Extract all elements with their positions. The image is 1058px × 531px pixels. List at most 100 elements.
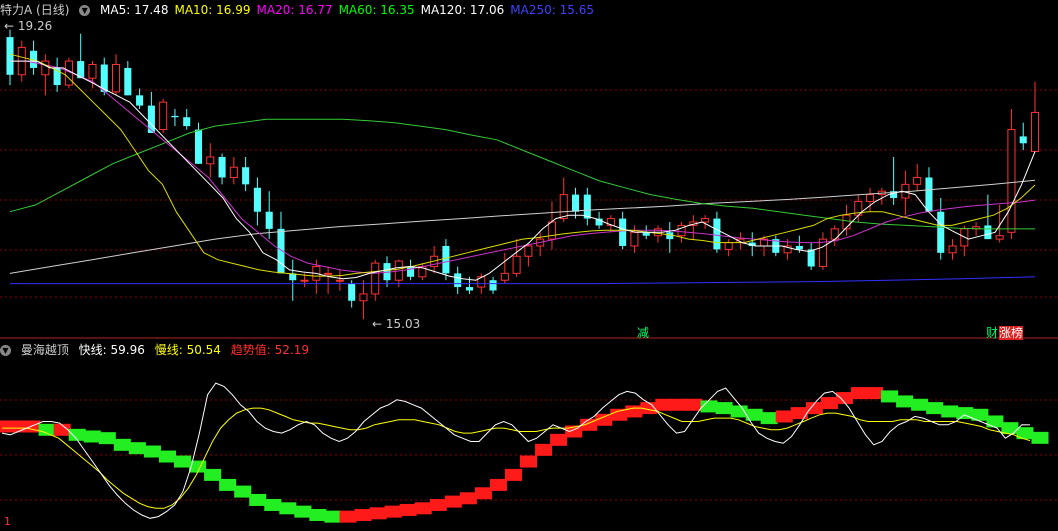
slow-line-label: 慢线: 50.54 bbox=[154, 343, 221, 357]
ma-legend-item: MA120: 17.06 bbox=[420, 3, 505, 17]
candle-body bbox=[183, 117, 191, 127]
candle-body bbox=[937, 211, 945, 253]
trend-block bbox=[986, 415, 1004, 428]
candle-body bbox=[1030, 111, 1040, 152]
chart-canvas bbox=[0, 29, 1058, 523]
stock-title: 特力A (日线) bbox=[0, 3, 70, 17]
candle-body bbox=[547, 221, 556, 240]
trend-block bbox=[444, 495, 462, 508]
trend-block bbox=[174, 455, 192, 468]
trend-block bbox=[128, 442, 146, 455]
trend-block bbox=[38, 423, 56, 436]
cai-tag[interactable]: 财 bbox=[986, 326, 998, 340]
candle-body bbox=[524, 245, 533, 257]
ma-legend: MA5: 17.48 MA10: 16.99 MA20: 16.77 MA60: 16… bbox=[100, 3, 600, 17]
candle-body bbox=[512, 255, 521, 274]
ma60-line bbox=[9, 118, 1035, 230]
trend-block bbox=[790, 407, 808, 420]
trend-block bbox=[8, 420, 26, 433]
candle-body bbox=[925, 177, 933, 212]
trend-block bbox=[158, 450, 176, 463]
candle-body bbox=[218, 156, 226, 178]
trend-block bbox=[113, 438, 131, 451]
trend-block bbox=[264, 498, 282, 511]
trend-block bbox=[399, 503, 417, 516]
candle-body bbox=[1007, 129, 1016, 233]
candle-body bbox=[948, 245, 957, 254]
candle-body bbox=[442, 245, 450, 274]
candle-body bbox=[6, 37, 14, 75]
indicator-header: ▼ 曼海越顶 快线: 59.96 慢线: 50.54 趋势值: 52.19 bbox=[0, 340, 315, 360]
candle-body bbox=[713, 218, 721, 250]
trend-block bbox=[850, 387, 868, 400]
trend-block bbox=[670, 398, 688, 411]
candle-body bbox=[348, 283, 356, 301]
candle-body bbox=[630, 231, 639, 247]
trend-block bbox=[941, 405, 959, 418]
trend-block bbox=[98, 432, 116, 445]
trend-block bbox=[249, 493, 267, 506]
trend-block bbox=[745, 408, 763, 421]
ma20-line bbox=[10, 60, 1036, 274]
low-price-value: 15.03 bbox=[385, 317, 421, 331]
low-price-label: ← 15.03 bbox=[372, 317, 421, 331]
candle-body bbox=[371, 262, 380, 295]
candle-body bbox=[913, 177, 922, 185]
corner-number: 1 bbox=[4, 515, 11, 528]
ma-legend-item: MA250: 15.65 bbox=[510, 3, 594, 17]
trend-block bbox=[866, 387, 884, 400]
trend-block bbox=[550, 433, 568, 446]
trend-block bbox=[881, 390, 899, 403]
candle-body bbox=[842, 214, 851, 230]
trend-block bbox=[504, 468, 522, 481]
trend-block bbox=[535, 443, 553, 456]
candle-body bbox=[619, 218, 627, 246]
trend-block bbox=[429, 498, 447, 511]
trend-block bbox=[489, 478, 507, 491]
candle-body bbox=[171, 115, 179, 118]
jian-tag[interactable]: 减 bbox=[637, 326, 649, 340]
indicator-menu-icon[interactable]: ▼ bbox=[0, 345, 11, 356]
candle-body bbox=[559, 194, 568, 220]
candle-body bbox=[984, 225, 992, 240]
trend-block bbox=[309, 508, 327, 521]
candle-body bbox=[147, 105, 155, 133]
candle-body bbox=[500, 272, 509, 281]
zhangbang-tag[interactable]: 涨榜 bbox=[999, 326, 1024, 340]
slow-line bbox=[2, 407, 1031, 509]
trend-block bbox=[715, 402, 733, 415]
trend-block bbox=[219, 478, 237, 491]
trend-block bbox=[369, 507, 387, 520]
trend-block bbox=[760, 412, 778, 425]
trend-block bbox=[143, 445, 161, 458]
trend-block bbox=[1031, 431, 1049, 444]
trend-block bbox=[68, 428, 86, 441]
candle-body bbox=[335, 279, 344, 282]
settings-icon[interactable]: ▼ bbox=[79, 5, 91, 16]
trend-block bbox=[384, 505, 402, 518]
candle-body bbox=[324, 272, 333, 275]
candle-body bbox=[701, 218, 710, 223]
trend-block bbox=[204, 468, 222, 481]
trend-block bbox=[896, 395, 914, 408]
trend-block bbox=[83, 430, 101, 443]
trend-block bbox=[339, 510, 357, 523]
candle-body bbox=[229, 166, 238, 178]
ma-legend-item: MA5: 17.48 bbox=[100, 3, 169, 17]
ma-legend-item: MA60: 16.35 bbox=[338, 3, 415, 17]
candle-body bbox=[407, 266, 415, 277]
candle-body bbox=[359, 293, 368, 302]
candle-body bbox=[265, 211, 273, 229]
candle-body bbox=[583, 194, 591, 219]
candle-body bbox=[159, 101, 168, 131]
trend-block bbox=[520, 455, 538, 468]
candle-body bbox=[253, 187, 261, 212]
candle-body bbox=[818, 238, 827, 268]
trend-block bbox=[324, 510, 342, 523]
trend-block bbox=[730, 405, 748, 418]
trend-block bbox=[279, 502, 297, 515]
trend-label: 趋势值: 52.19 bbox=[230, 343, 309, 357]
candle-body bbox=[571, 194, 580, 212]
candle-body bbox=[454, 273, 462, 288]
candle-body bbox=[242, 167, 250, 185]
